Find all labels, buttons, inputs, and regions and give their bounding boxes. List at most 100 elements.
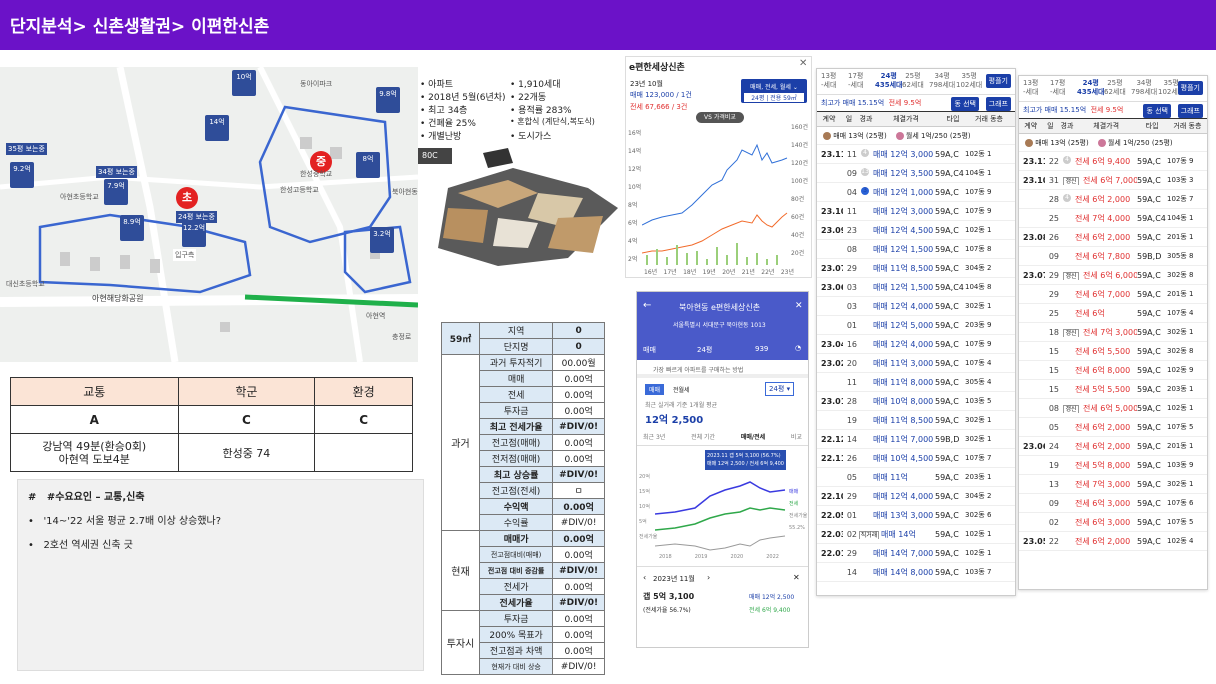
inv-value: 0.00억 [552,402,605,419]
close-icon[interactable]: ✕ [793,573,800,582]
deal-row[interactable]: 25 전세 7억 4,000 59A,C4104동 13층 [1019,209,1207,228]
size-tab[interactable]: 35평 102세대 [956,72,982,90]
deal-row[interactable]: 05 전세 6억 2,000 59A,C 107동 5층 [1019,418,1207,437]
size-tab[interactable]: 25평 62세대 [1104,79,1126,97]
deal-row[interactable]: 13 전세 7억 3,000 59A,C 302동 16층 [1019,475,1207,494]
dong-select-button[interactable]: 동 선택 [951,97,979,111]
deal-row[interactable]: 23.1122 4 전세 6억 9,400 59A,C 107동 9층 [1019,152,1207,171]
size-select[interactable]: 24평 [697,345,712,355]
deal-row[interactable]: 14 매매 14억 8,00059A,C 103동 7층 [817,563,1015,582]
info-item: • 용적률 283% [510,106,572,116]
close-icon[interactable]: ✕ [799,58,807,69]
size-tab[interactable]: 17평 -세대 [848,72,863,90]
deal-type: 59A,C [935,377,959,387]
close-icon[interactable]: ✕ [795,301,803,311]
deal-type-filter[interactable]: 매매, 전세, 월세 ⌄ 24평 | 전용 59㎡ [741,79,807,103]
size-tab[interactable]: 13평 -세대 [821,72,836,90]
map-pin[interactable]: 10억 [232,70,256,96]
map-pin[interactable]: 3.2억 [370,227,394,253]
map-pin[interactable]: 9.2억 [10,162,34,188]
deal-row[interactable]: 25 전세 6억 59A,C 107동 4층 [1019,304,1207,323]
deal-row[interactable]: 22.1214 매매 11억 7,00059B,D 302동 16층 [817,430,1015,449]
dong-select-button[interactable]: 동 선택 [1143,104,1171,118]
deal-row[interactable]: 23.1031 갱신 전세 6억 7,00059A,C 103동 3층 [1019,171,1207,190]
deal-row[interactable]: 18 갱신 전세 7억 3,00059A,C 302동 11층 [1019,323,1207,342]
deal-row[interactable]: 08 갱신 전세 6억 5,00059A,C 102동 15층 [1019,399,1207,418]
period-tab[interactable]: 비교 [791,432,802,441]
size-dropdown[interactable]: 24평 ▾ [765,382,795,396]
deal-row[interactable]: 05 매매 11억 59A,C 203동 17층 [817,468,1015,487]
tab-rent[interactable]: 전월세 [673,385,690,394]
map-pin[interactable]: 12.2억 [182,221,206,247]
next-arrow-icon[interactable]: › [603,218,609,234]
prev-month-icon[interactable]: ‹ [643,573,646,582]
deal-row[interactable]: 29 전세 6억 7,000 59A,C 201동 17층 [1019,285,1207,304]
deal-row[interactable]: 03 매매 12억 4,00059A,C 302동 11층 [817,297,1015,316]
period-tab[interactable]: 전체 기간 [691,432,715,441]
deal-row[interactable]: 09 전세 6억 3,000 59A,C 107동 6층 [1019,494,1207,513]
deal-row[interactable]: 08 매매 12억 1,50059A,C 107동 8층 [817,240,1015,259]
map-pin[interactable]: 14억 [205,115,229,141]
deal-row[interactable]: 09 전세 6억 7,800 59B,D 305동 8층 [1019,247,1207,266]
deal-row[interactable]: 22.1126 매매 10억 4,50059A,C 107동 7층 [817,449,1015,468]
tab-sale[interactable]: 매매 [645,384,665,395]
back-arrow-icon[interactable]: ← [643,300,651,311]
deal-row[interactable]: 23.0416 매매 12억 4,00059A,C 107동 9층 [817,335,1015,354]
deal-row[interactable]: 23.1011 매매 12억 3,00059A,C 107동 9층 [817,202,1015,221]
period-tab[interactable]: 매매/전세 [741,432,765,441]
deal-row[interactable]: 15 전세 6억 5,500 59A,C 302동 8층 [1019,342,1207,361]
graph-button[interactable]: 그래프 [985,97,1011,111]
deal-row[interactable]: 23.1111 4 매매 12억 3,00059A,C 102동 15층 [817,145,1015,164]
deal-row[interactable]: 23.0128 매매 10억 8,00059A,C 103동 5층 [817,392,1015,411]
size-tab[interactable]: 13평 -세대 [1023,79,1038,97]
deal-row[interactable]: 19 매매 11억 8,50059A,C 302동 13층 [817,411,1015,430]
deal-row[interactable]: 23.0522 전세 6억 2,000 59A,C 102동 4층 [1019,532,1207,551]
deal-row[interactable]: 09 13 매매 12억 3,50059A,C4104동 19층 [817,164,1015,183]
bell-icon[interactable]: ◔ [795,344,801,352]
deal-row[interactable]: 04 3 매매 12억 1,00059A,C 107동 9층 [817,183,1015,202]
area-map[interactable]: 초 중 10억 9.8억 14억 9.2억 7.9억 8.9억 12.2억 8억… [0,67,418,362]
period-tab[interactable]: 최근 3년 [643,432,665,441]
deal-row[interactable]: 11 매매 11억 8,00059A,C 305동 4층 [817,373,1015,392]
size-tab[interactable]: 34평 798세대 [929,72,955,90]
deal-row[interactable]: 23.0729 매매 11억 8,50059A,C 304동 2층 [817,259,1015,278]
deal-type: 59A,C4 [935,168,964,178]
deal-row[interactable]: 23.0603 매매 12억 1,50059A,C4104동 8층 [817,278,1015,297]
comment-count[interactable]: 939 [755,345,768,353]
deal-row[interactable]: 23.0826 전세 6억 2,000 59A,C 201동 16층 [1019,228,1207,247]
deal-row[interactable]: 19 전세 5억 8,000 59A,C 103동 9층 [1019,456,1207,475]
deal-col-header: 경과 [859,115,873,123]
map-pin[interactable]: 8.9억 [120,215,144,241]
deal-row[interactable]: 22.0501 매매 13억 3,00059A,C 302동 6층 [817,506,1015,525]
flatten-button[interactable]: 평플기 [985,74,1011,88]
deal-row[interactable]: 22.0302직거래매매 14억 59A,C 102동 13층 [817,525,1015,544]
deal-type-select[interactable]: 매매 [643,345,656,355]
flatten-button[interactable]: 평플기 [1177,81,1203,95]
inv-row: 투자시 투자금 0.00억 [441,610,605,675]
deal-row[interactable]: 01 매매 12억 5,00059A,C 203동 9층 [817,316,1015,335]
deal-row[interactable]: 23.0624 전세 6억 2,000 59A,C 201동 17층 [1019,437,1207,456]
deal-row[interactable]: 22.1029 매매 12억 4,00059A,C 304동 2층 [817,487,1015,506]
compare-button[interactable]: VS 가격비교 [696,112,744,123]
map-pin[interactable]: 8억 [356,152,380,178]
size-tab[interactable]: 24평 435세대 [1077,79,1105,97]
deal-row[interactable]: 23.0729 갱신 전세 6억 6,00059A,C 302동 8층 [1019,266,1207,285]
map-pin[interactable]: 9.8억 [376,87,400,113]
size-tab[interactable]: 25평 62세대 [902,72,924,90]
deal-row[interactable]: 23.0220 매매 11억 3,00059A,C 107동 4층 [817,354,1015,373]
size-tab[interactable]: 17평 -세대 [1050,79,1065,97]
inv-label: 매매 [478,370,554,387]
deal-row[interactable]: 15 전세 5억 5,500 59A,C 203동 13층 [1019,380,1207,399]
deal-row[interactable]: 28 4 전세 6억 2,000 59A,C 102동 7층 [1019,190,1207,209]
size-tab[interactable]: 34평 798세대 [1131,79,1157,97]
map-pin[interactable]: 7.9억 [104,179,128,205]
elementary-school-bubble[interactable]: 초 [176,187,198,209]
deal-row[interactable]: 23.0923 매매 12억 4,50059A,C 102동 10층 [817,221,1015,240]
deal-row[interactable]: 15 전세 6억 8,000 59A,C 102동 9층 [1019,361,1207,380]
graph-button[interactable]: 그래프 [1177,104,1203,118]
deal-row[interactable]: 02 전세 6억 3,000 59A,C 107동 5층 [1019,513,1207,532]
mobile-banner[interactable]: 가장 빠르게 아파트를 구매하는 방법 [637,360,808,378]
size-tab[interactable]: 24평 435세대 [875,72,903,90]
deal-row[interactable]: 22.0129 매매 14억 7,00059A,C 102동 17층 [817,544,1015,563]
next-month-icon[interactable]: › [707,573,710,582]
